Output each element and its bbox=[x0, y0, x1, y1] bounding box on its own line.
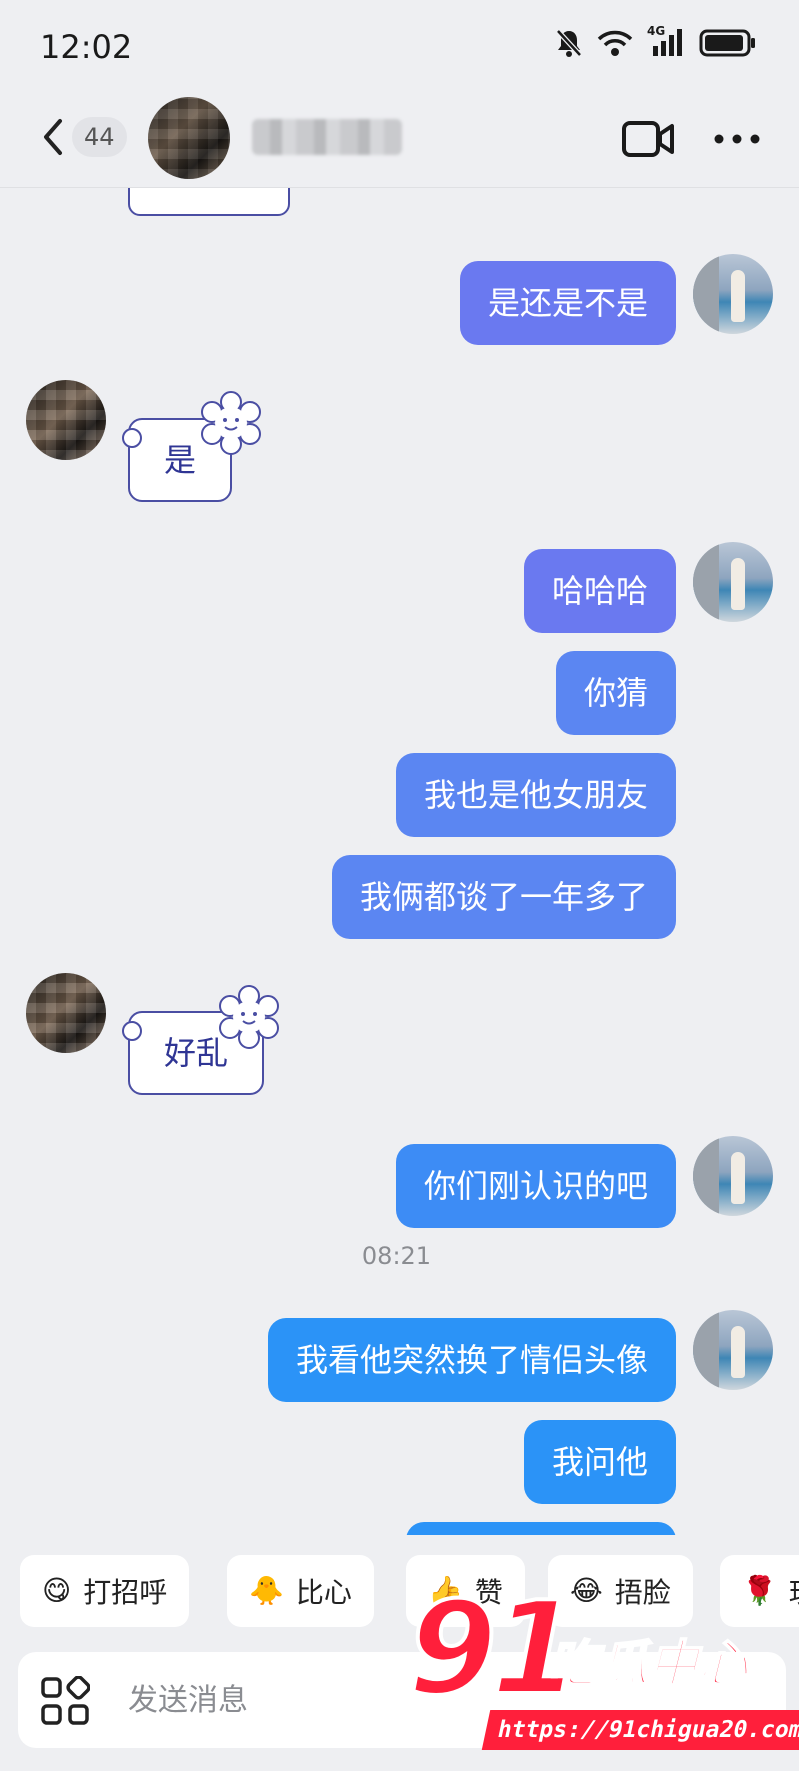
flower-sticker-icon bbox=[201, 391, 261, 455]
quick-reply-like[interactable]: 👍 赞 bbox=[406, 1555, 525, 1627]
quick-reply-label: 比心 bbox=[295, 1576, 352, 1609]
outgoing-message[interactable]: 你们刚认识的吧 bbox=[395, 1144, 676, 1228]
thumbs-up-emoji-icon: 👍 bbox=[428, 1574, 463, 1607]
message-timestamp: 08:21 bbox=[361, 1242, 432, 1270]
quick-reply-heart[interactable]: 🐥 比心 bbox=[227, 1555, 374, 1627]
smile-emoji-icon: 😋 bbox=[42, 1574, 72, 1607]
contact-name-redacted[interactable] bbox=[252, 119, 402, 155]
video-call-icon bbox=[622, 121, 674, 157]
rose-emoji-icon: 🌹 bbox=[742, 1574, 777, 1607]
quick-reply-label: 打招呼 bbox=[83, 1576, 168, 1609]
quick-reply-label: 赞 bbox=[474, 1576, 503, 1609]
video-call-button[interactable] bbox=[621, 117, 675, 161]
quick-reply-bar: 😋 打招呼 🐥 比心 👍 赞 😂 捂脸 🌹 玫 bbox=[0, 1555, 799, 1631]
my-avatar[interactable] bbox=[693, 1310, 773, 1390]
message-list[interactable]: 是还是不是 是 哈哈哈 你猜 我也是他女朋友 我俩都谈了一年多了 好乱 你们刚认… bbox=[0, 188, 799, 1535]
status-time: 12:02 bbox=[40, 28, 133, 66]
incoming-message-partial[interactable] bbox=[128, 188, 290, 216]
chat-header: 44 bbox=[0, 95, 799, 188]
mute-icon bbox=[555, 28, 583, 58]
apps-grid-icon bbox=[41, 1675, 91, 1725]
more-options-button[interactable] bbox=[711, 117, 763, 161]
outgoing-message[interactable]: 我也是他女朋友 bbox=[395, 753, 676, 837]
duck-heart-emoji-icon: 🐥 bbox=[249, 1574, 284, 1607]
quick-reply-label: 玫 bbox=[789, 1571, 799, 1611]
message-input-bar bbox=[18, 1652, 786, 1748]
outgoing-message[interactable]: 哈哈哈 bbox=[523, 549, 676, 633]
signal-icon: 4G bbox=[647, 24, 685, 58]
outgoing-message[interactable]: 我俩都谈了一年多了 bbox=[331, 855, 676, 939]
status-icons: 4G bbox=[555, 24, 757, 58]
my-avatar[interactable] bbox=[693, 1136, 773, 1216]
apps-button[interactable] bbox=[40, 1675, 91, 1726]
quick-reply-greet[interactable]: 😋 打招呼 bbox=[20, 1555, 190, 1627]
outgoing-message[interactable]: 我看他突然换了情侣头像 bbox=[267, 1318, 676, 1402]
contact-avatar-small[interactable] bbox=[26, 973, 106, 1053]
outgoing-message[interactable]: 是还是不是 bbox=[459, 261, 676, 345]
message-input[interactable] bbox=[128, 1670, 488, 1730]
battery-icon bbox=[699, 29, 757, 57]
quick-reply-label: 捂脸 bbox=[614, 1576, 671, 1609]
back-arrow-icon bbox=[44, 119, 62, 155]
outgoing-message-partial[interactable] bbox=[406, 1522, 676, 1535]
more-icon bbox=[714, 134, 760, 144]
my-avatar[interactable] bbox=[693, 542, 773, 622]
contact-avatar[interactable] bbox=[148, 97, 230, 179]
unread-count-badge[interactable]: 44 bbox=[72, 117, 127, 157]
status-bar: 12:02 4G bbox=[0, 0, 799, 95]
flower-sticker-icon bbox=[219, 985, 279, 1049]
outgoing-message[interactable]: 我问他 bbox=[523, 1420, 676, 1504]
my-avatar[interactable] bbox=[693, 254, 773, 334]
laugh-cry-emoji-icon: 😂 bbox=[570, 1574, 603, 1607]
quick-reply-facepalm[interactable]: 😂 捂脸 bbox=[548, 1555, 693, 1627]
quick-reply-rose[interactable]: 🌹 玫 bbox=[720, 1555, 799, 1627]
outgoing-message[interactable]: 你猜 bbox=[555, 651, 676, 735]
wifi-icon bbox=[597, 29, 633, 57]
back-button[interactable] bbox=[38, 115, 68, 159]
contact-avatar-small[interactable] bbox=[26, 380, 106, 460]
